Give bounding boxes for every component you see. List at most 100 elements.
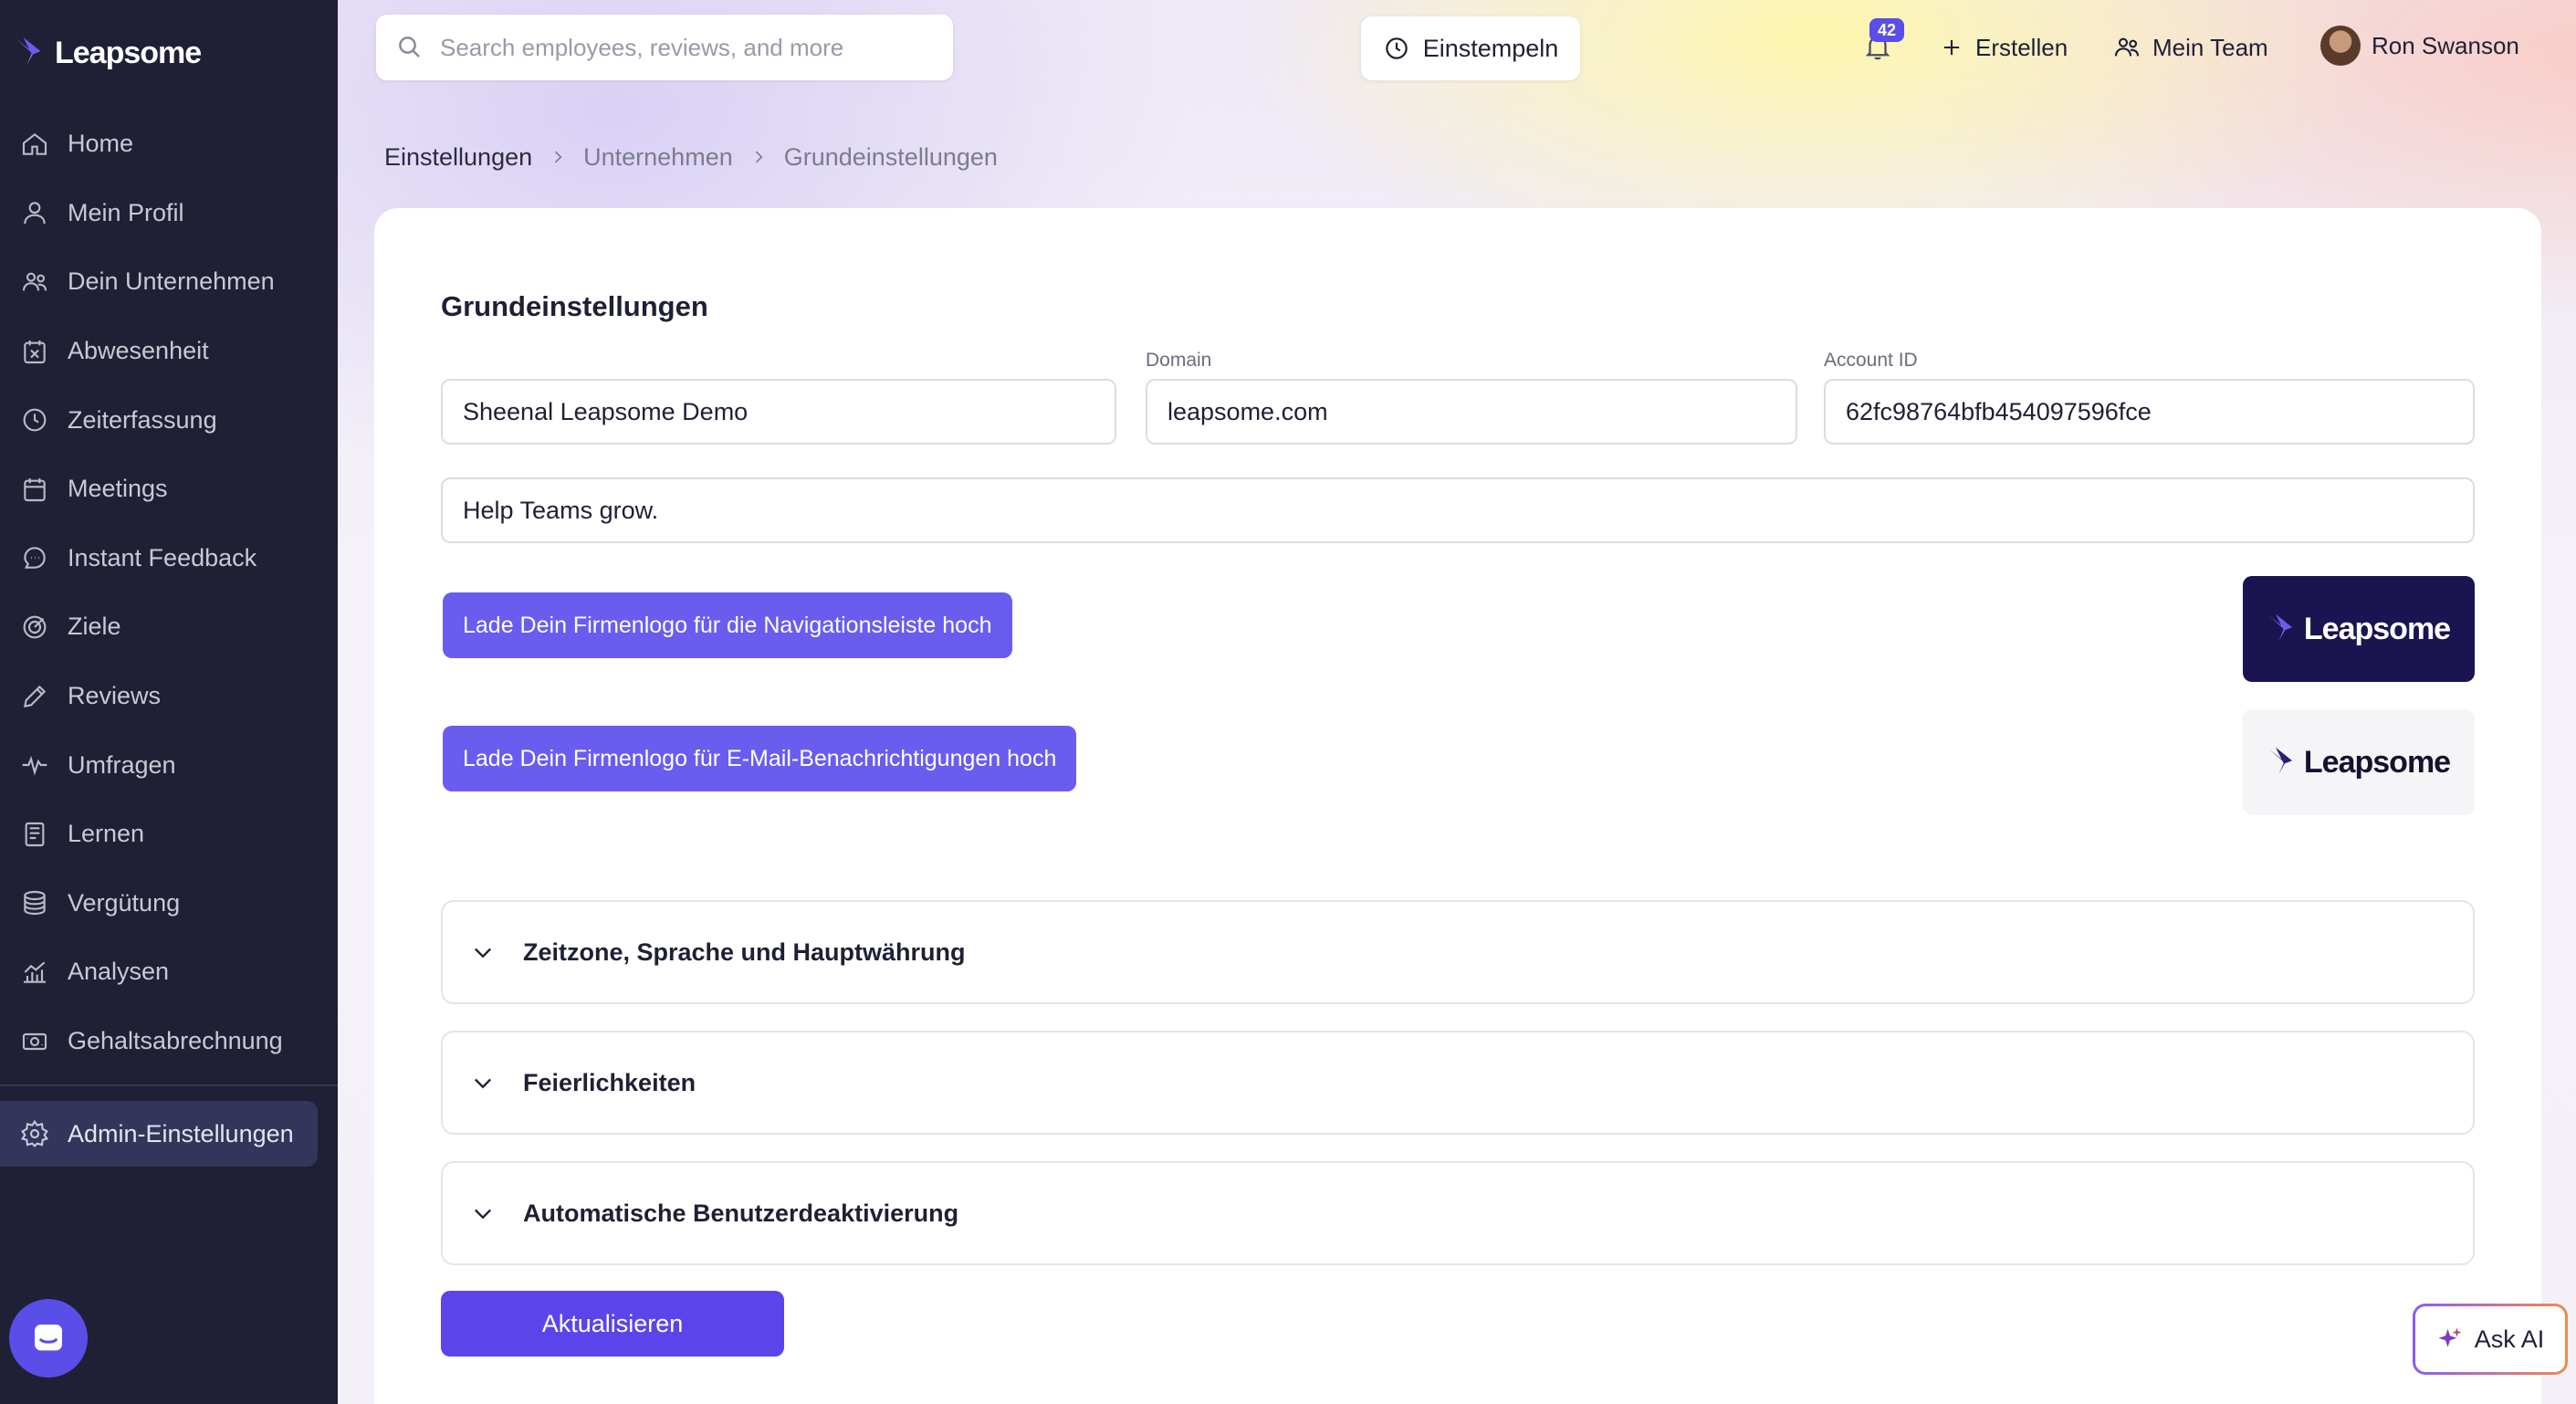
sidebar-item-reviews[interactable]: Reviews [0, 662, 338, 731]
accordion-holidays[interactable]: Feierlichkeiten [441, 1031, 2475, 1135]
search-icon [399, 37, 420, 58]
users-icon [2114, 37, 2140, 57]
leapsome-logo-icon [2268, 613, 2292, 641]
sidebar-item-ziele[interactable]: Ziele [0, 592, 338, 662]
sidebar-item-label: Reviews [68, 682, 162, 710]
accordion-auto-user-deactivation[interactable]: Automatische Benutzerdeaktivierung [441, 1161, 2475, 1265]
sidebar-item-label: Mein Profil [68, 198, 184, 226]
accordion-title: Automatische Benutzerdeaktivierung [523, 1199, 959, 1227]
accordion-timezone-language-currency[interactable]: Zeitzone, Sprache und Hauptwährung [441, 900, 2475, 1004]
sidebar: Leapsome Home Mein Profil Dein Unternehm… [0, 0, 338, 1404]
pencil-icon [23, 685, 47, 707]
update-button[interactable]: Aktualisieren [441, 1291, 784, 1357]
sidebar-item-lernen[interactable]: Lernen [0, 800, 338, 869]
user-menu[interactable]: Ron Swanson [2320, 26, 2519, 66]
breadcrumb-item[interactable]: Einstellungen [384, 143, 532, 172]
sidebar-item-label: Dein Unternehmen [68, 267, 275, 296]
create-button[interactable]: Erstellen [1939, 27, 2068, 68]
sidebar-item-label: Umfragen [68, 750, 176, 779]
app-name: Leapsome [55, 35, 202, 70]
clock-in-label: Einstempeln [1422, 34, 1559, 62]
sidebar-item-label: Instant Feedback [68, 543, 257, 571]
user-icon [24, 202, 46, 225]
chat-launcher-icon [35, 1325, 62, 1351]
sidebar-item-admin-einstellungen[interactable]: Admin-Einstellungen [0, 1101, 318, 1167]
sidebar-nav: Home Mein Profil Dein Unternehmen Abwese… [0, 110, 338, 1075]
sidebar-item-label: Meetings [68, 475, 168, 503]
sidebar-item-label: Gehaltsabrechnung [68, 1027, 283, 1055]
sidebar-item-label: Zeiterfassung [68, 405, 217, 434]
app-logo[interactable]: Leapsome [15, 31, 202, 75]
nav-logo-preview: Leapsome [2243, 576, 2475, 682]
sidebar-item-instant-feedback[interactable]: Instant Feedback [0, 524, 338, 593]
accordion-title: Zeitzone, Sprache und Hauptwährung [523, 938, 966, 966]
sidebar-item-label: Home [68, 130, 134, 158]
slogan-field[interactable]: Help Teams grow. [441, 477, 2475, 543]
target-icon [23, 615, 47, 639]
ask-ai-label: Ask AI [2474, 1325, 2545, 1353]
global-search[interactable] [376, 15, 953, 80]
chart-icon [24, 961, 46, 983]
notification-badge: 42 [1869, 18, 1904, 42]
sidebar-item-gehaltsabrechnung[interactable]: Gehaltsabrechnung [0, 1007, 338, 1076]
sidebar-item-label: Ziele [68, 613, 121, 641]
calendar-icon [24, 477, 46, 501]
plus-icon [1943, 39, 1960, 56]
money-icon [22, 1032, 47, 1050]
breadcrumb: Einstellungen Unternehmen Grundeinstellu… [384, 139, 998, 175]
upload-email-logo-button[interactable]: Lade Dein Firmenlogo für E-Mail-Benachri… [443, 726, 1077, 791]
sidebar-item-label: Vergütung [68, 888, 181, 917]
ask-ai-inner: Ask AI [2415, 1306, 2565, 1372]
chevron-right-icon [555, 151, 562, 163]
settings-card: Grundeinstellungen Sheenal Leapsome Demo… [374, 208, 2541, 1404]
chevron-right-icon [755, 151, 763, 163]
email-logo-preview: Leapsome [2243, 709, 2475, 815]
email-logo-preview-text: Leapsome [2303, 744, 2451, 780]
sidebar-item-label: Analysen [68, 958, 170, 986]
sidebar-item-home[interactable]: Home [0, 110, 338, 179]
sidebar-item-label: Lernen [68, 820, 145, 848]
pulse-icon [22, 756, 47, 776]
book-icon [25, 822, 45, 846]
sidebar-item-meetings[interactable]: Meetings [0, 455, 338, 524]
account-id-field[interactable]: 62fc98764bfb454097596fce [1824, 379, 2475, 445]
company-name-field[interactable]: Sheenal Leapsome Demo [441, 379, 1116, 445]
sidebar-item-verguetung[interactable]: Vergütung [0, 869, 338, 938]
sidebar-item-abwesenheit[interactable]: Abwesenheit [0, 317, 338, 386]
gear-icon [20, 1119, 49, 1147]
sparkle-icon [2438, 1327, 2462, 1347]
sidebar-item-dein-unternehmen[interactable]: Dein Unternehmen [0, 247, 338, 317]
user-name: Ron Swanson [2372, 31, 2519, 59]
search-input[interactable] [440, 33, 915, 62]
support-chat-button[interactable] [9, 1299, 88, 1378]
clock-in-button[interactable]: Einstempeln [1361, 16, 1580, 80]
leapsome-logo-icon [2268, 747, 2292, 774]
my-team-label: Mein Team [2152, 33, 2268, 61]
chevron-down-icon [475, 1078, 491, 1089]
calendar-x-icon [24, 340, 46, 363]
users-icon [22, 272, 47, 291]
chevron-down-icon [475, 948, 491, 959]
chat-icon [24, 547, 46, 570]
clock-icon [1385, 37, 1408, 59]
accordion-title: Feierlichkeiten [523, 1068, 696, 1096]
nav-logo-preview-text: Leapsome [2303, 611, 2451, 646]
coins-icon [24, 891, 46, 916]
sidebar-item-zeiterfassung[interactable]: Zeiterfassung [0, 385, 338, 455]
sidebar-item-label: Abwesenheit [68, 337, 209, 365]
sidebar-item-mein-profil[interactable]: Mein Profil [0, 179, 338, 248]
sidebar-item-analysen[interactable]: Analysen [0, 938, 338, 1007]
domain-field[interactable]: leapsome.com [1146, 379, 1797, 445]
upload-nav-logo-button[interactable]: Lade Dein Firmenlogo für die Navigations… [443, 592, 1012, 658]
my-team-button[interactable]: Mein Team [2112, 27, 2268, 68]
home-icon [22, 132, 47, 155]
create-label: Erstellen [1975, 33, 2068, 61]
domain-label: Domain [1146, 350, 1212, 371]
breadcrumb-item[interactable]: Unternehmen [583, 143, 733, 172]
sidebar-item-label: Admin-Einstellungen [68, 1119, 294, 1147]
avatar [2320, 26, 2361, 66]
clock-icon [23, 408, 47, 432]
ask-ai-button[interactable]: Ask AI [2413, 1304, 2568, 1375]
leapsome-logo-icon [16, 37, 41, 66]
sidebar-item-umfragen[interactable]: Umfragen [0, 730, 338, 800]
